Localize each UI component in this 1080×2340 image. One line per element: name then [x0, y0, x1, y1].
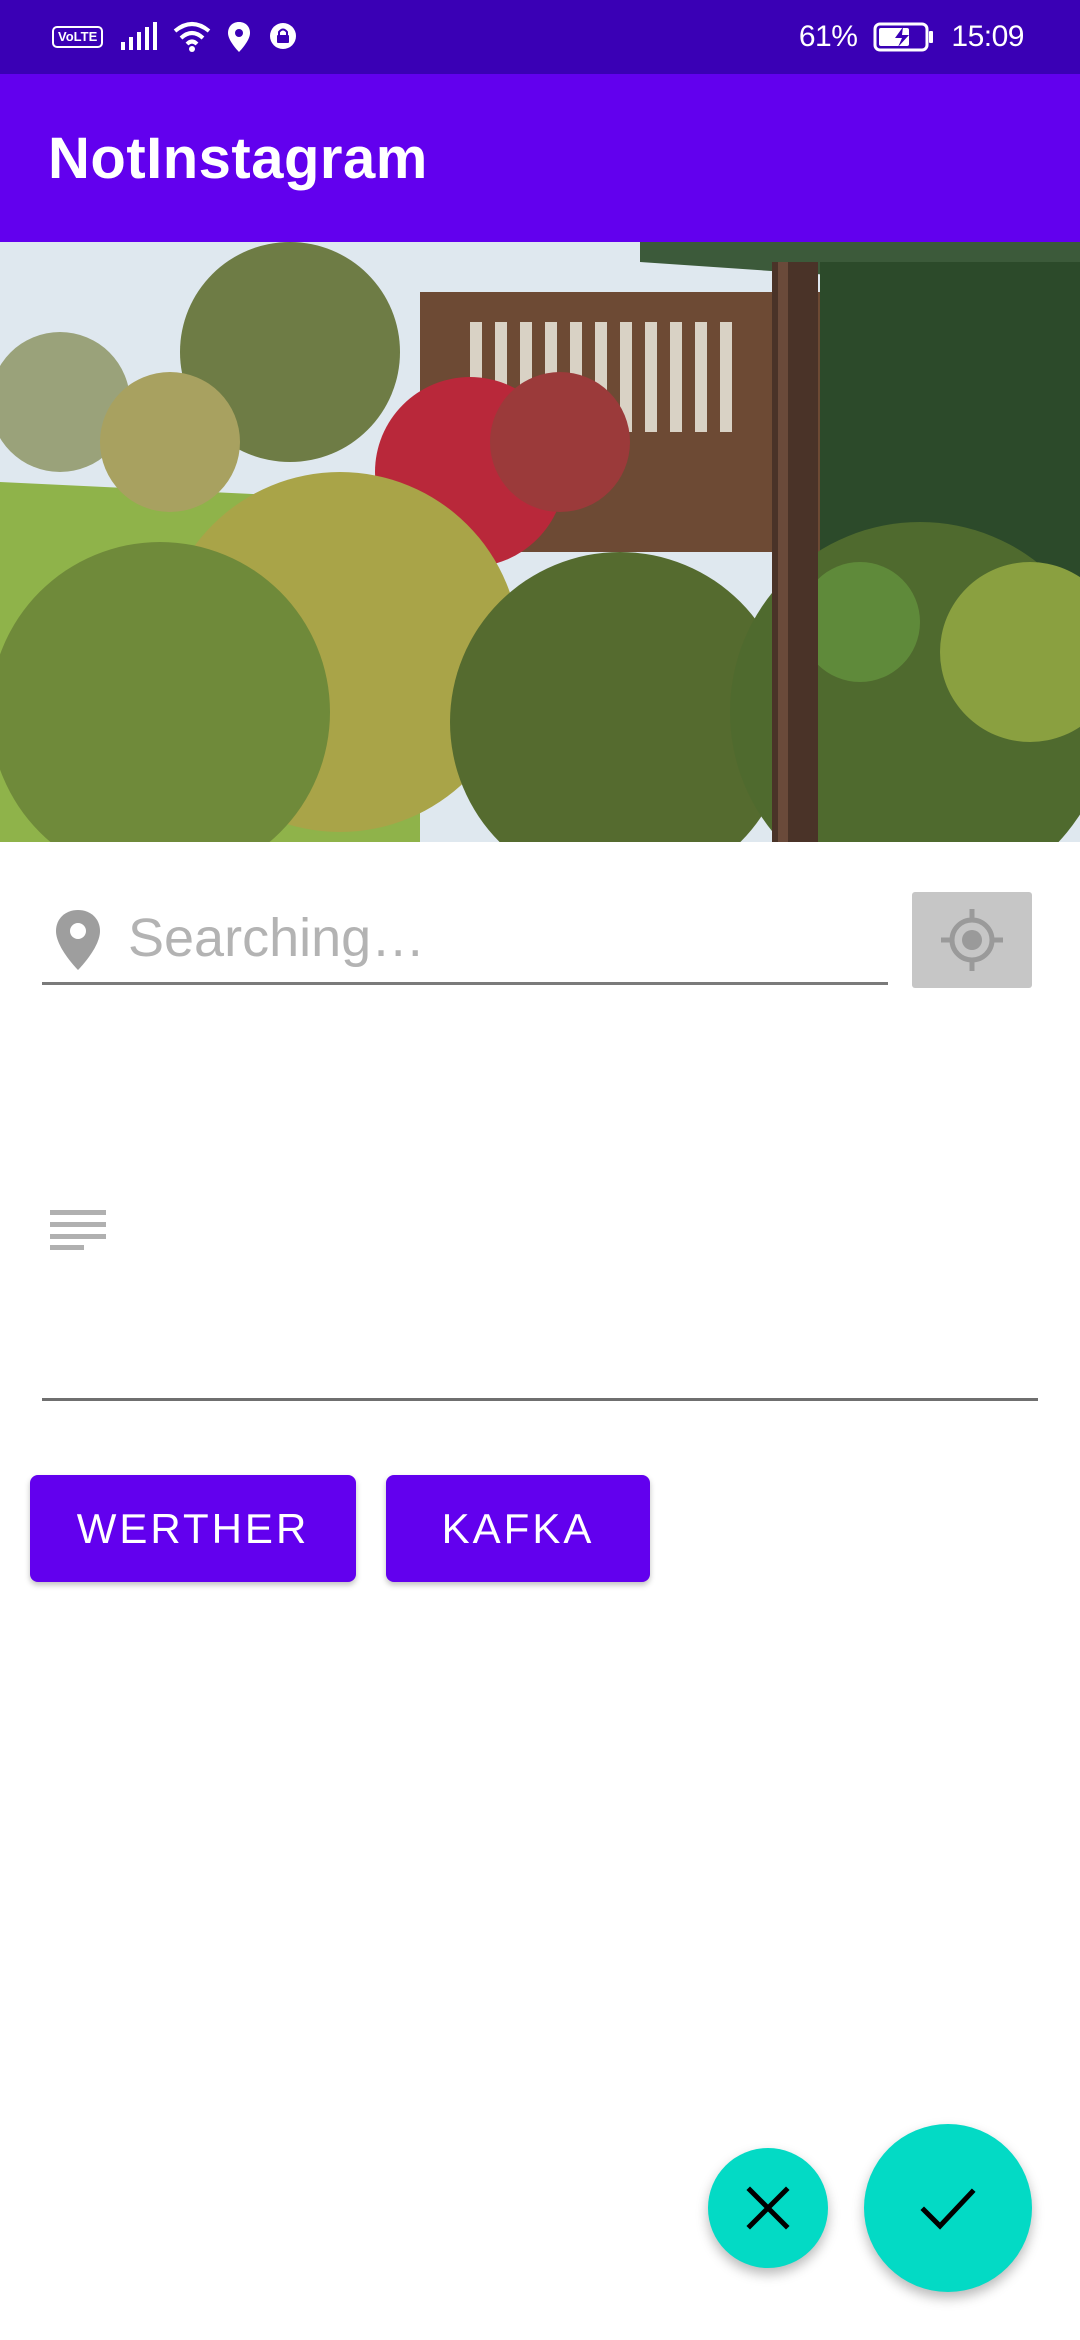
gps-target-icon [941, 909, 1003, 971]
location-underline [42, 982, 888, 985]
close-icon [746, 2186, 790, 2230]
tag-button-werther[interactable]: WERTHER [30, 1475, 356, 1582]
confirm-button[interactable] [864, 2124, 1032, 2292]
gps-locate-button[interactable] [912, 892, 1032, 988]
location-input[interactable] [128, 892, 888, 984]
vpn-lock-icon [270, 23, 297, 49]
battery-percent: 61% [798, 20, 858, 53]
location-pin-icon [56, 910, 100, 970]
location-icon [228, 22, 251, 52]
clock: 15:09 [951, 20, 1024, 53]
tag-button-kafka[interactable]: KAFKA [386, 1475, 650, 1582]
photo-preview [0, 242, 1080, 842]
battery-charging-icon [873, 22, 934, 52]
description-underline [42, 1398, 1038, 1401]
wifi-icon [173, 22, 211, 52]
status-icons-right: 61% 15:09 [798, 0, 1025, 74]
signal-icon [121, 22, 158, 50]
app-bar: NotInstagram [0, 74, 1080, 242]
cancel-button[interactable] [708, 2148, 828, 2268]
status-icons-left: VoLTE [52, 0, 299, 74]
location-field [42, 892, 888, 985]
status-bar: VoLTE 61% 15:09 [0, 0, 1080, 74]
notes-icon [50, 1210, 106, 1250]
app-title: NotInstagram [48, 125, 428, 191]
description-input[interactable] [130, 1180, 1030, 1380]
check-icon [920, 2188, 976, 2230]
volte-icon: VoLTE [52, 26, 104, 48]
create-post-screen: VoLTE 61% 15:09 NotInstagram Searching… … [0, 0, 1080, 2340]
